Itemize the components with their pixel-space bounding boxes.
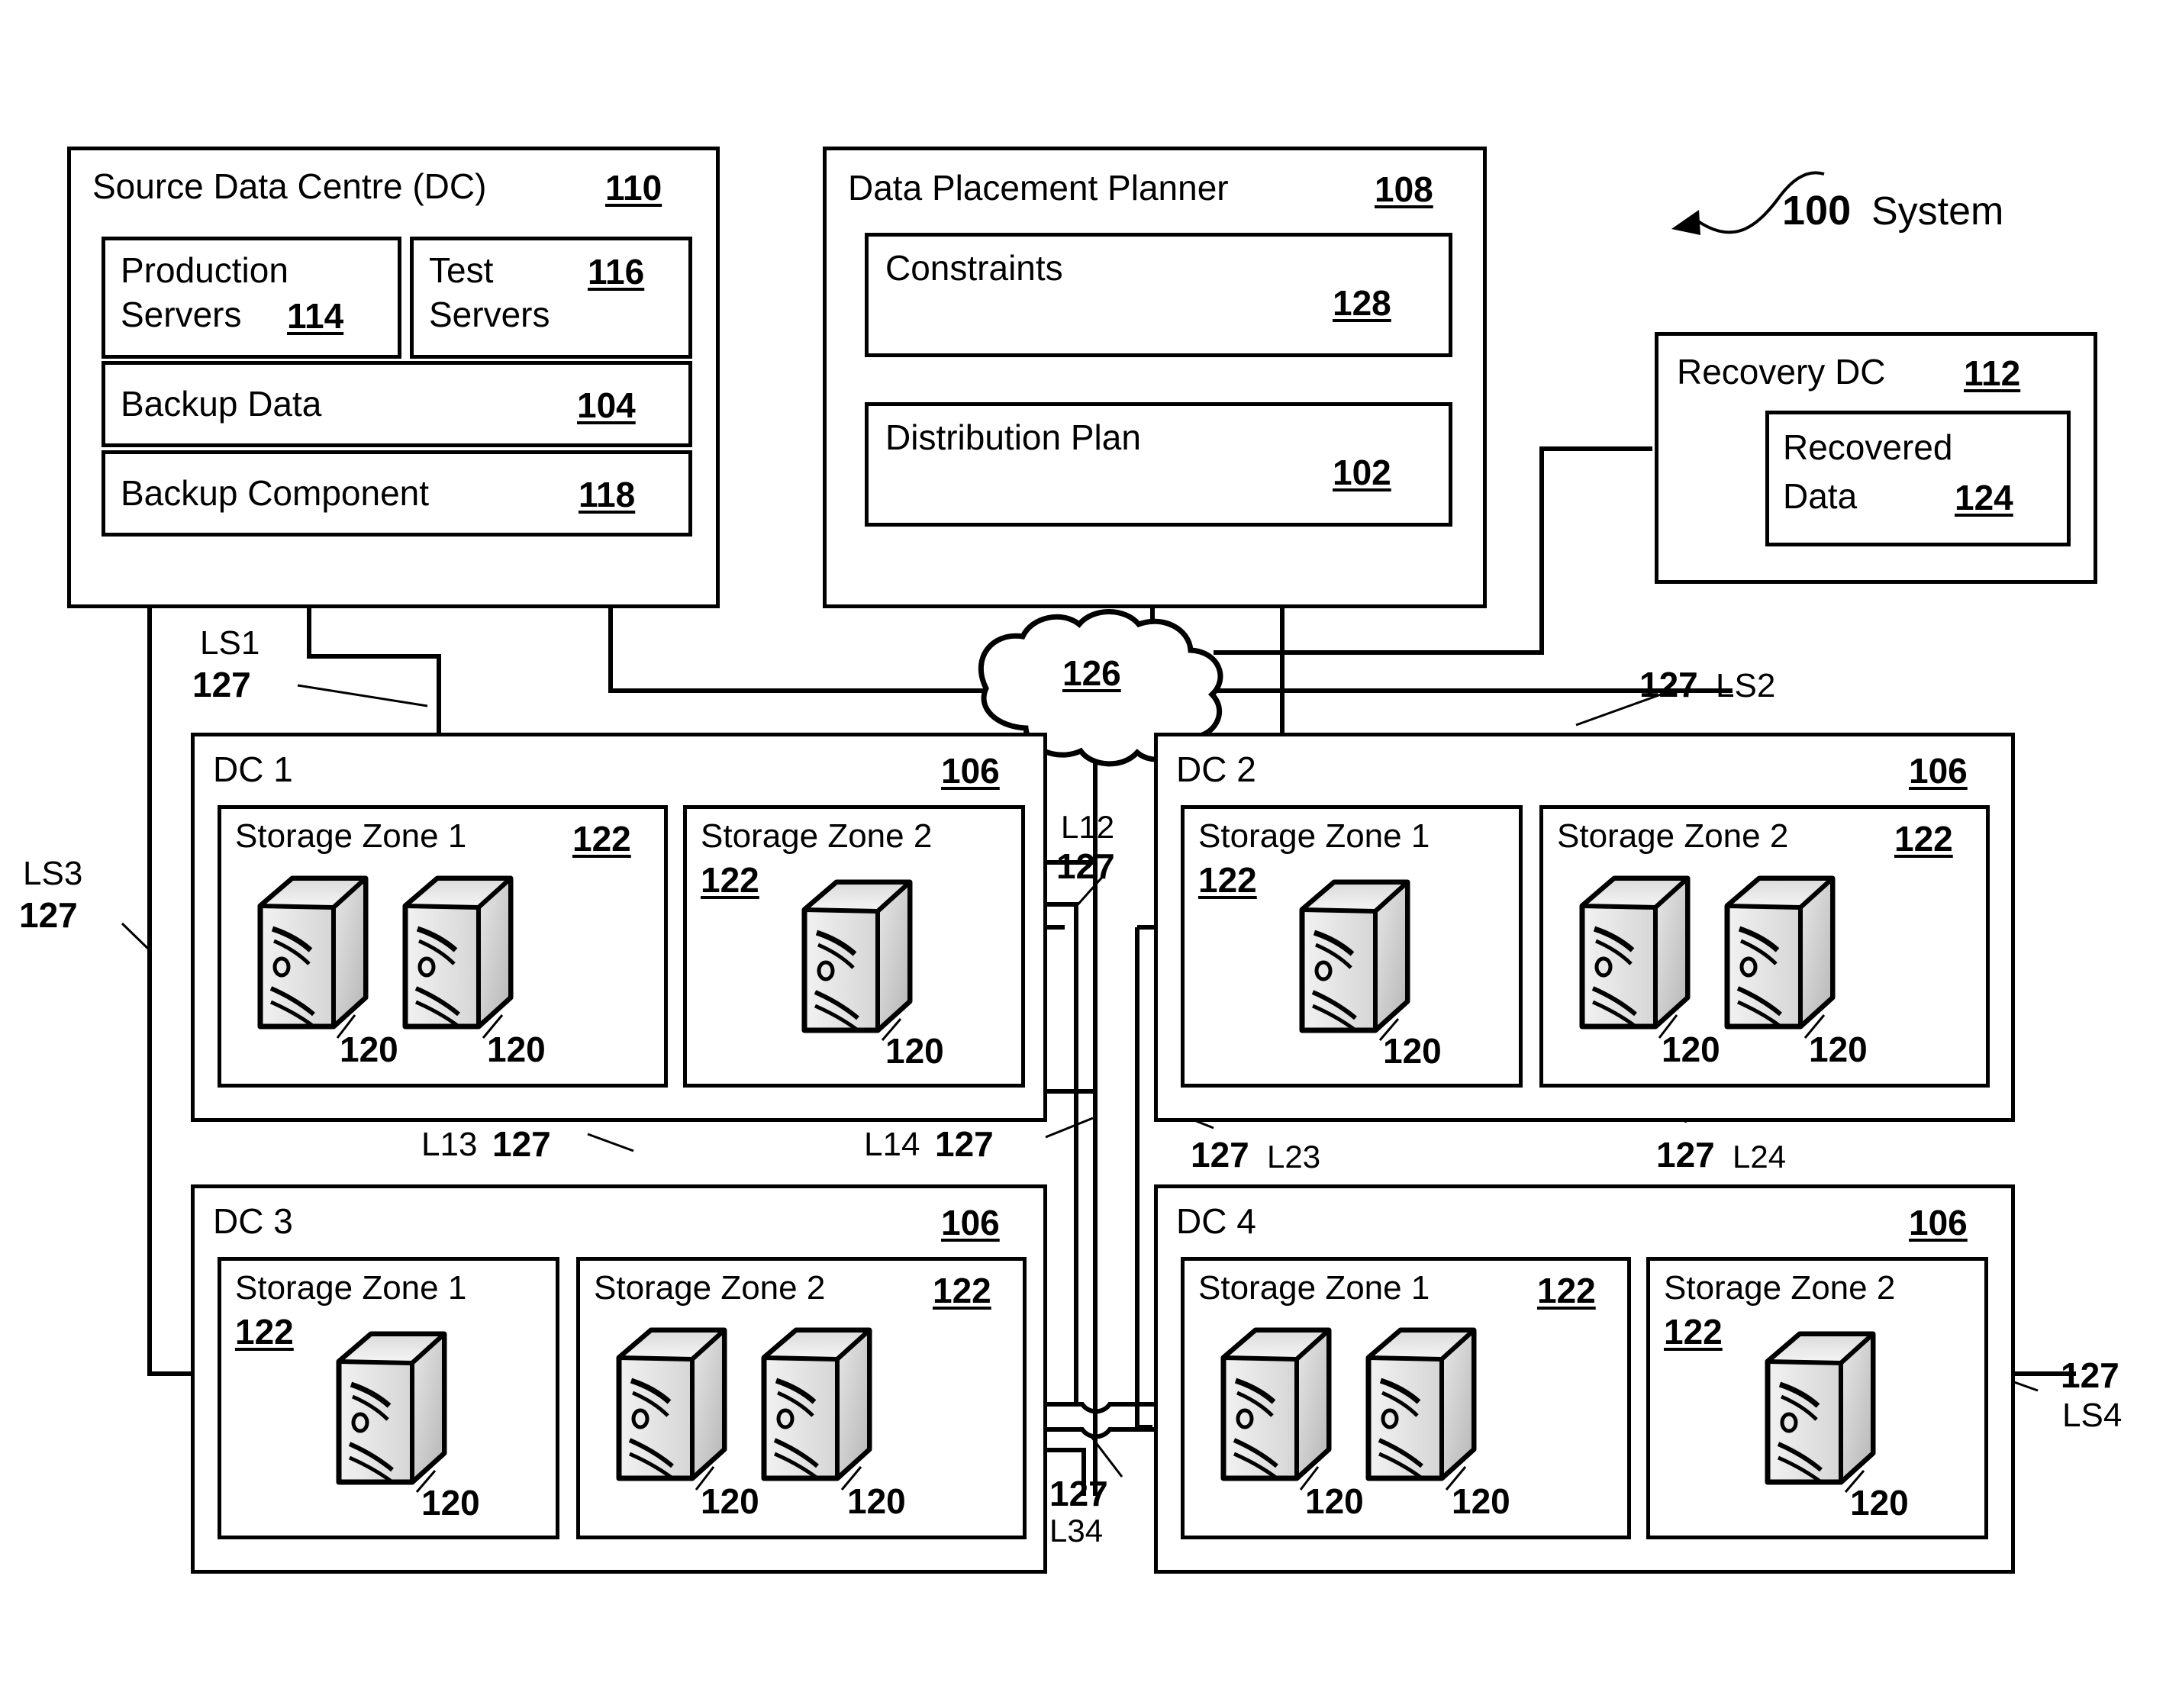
dc-box-4[interactable]: DC 4 106 Storage Zone 1 122 120 120 Stor… [1154,1184,2015,1574]
dc-2-title: DC 2 [1176,749,1256,789]
distribution-plan-label: Distribution Plan [885,417,1141,457]
dc-3-zone-2-server-2-ref: 120 [847,1481,906,1521]
dc-4-zone-2-server-1-ref: 120 [1850,1483,1909,1523]
dc-1-title: DC 1 [213,749,293,789]
distribution-plan-box[interactable]: Distribution Plan 102 [865,402,1452,527]
dc-box-1[interactable]: DC 1 106 Storage Zone 1 122 120 120 Stor… [191,733,1047,1122]
source-dc-ref: 110 [605,168,662,208]
link-ref-L12: 127 [1056,846,1115,886]
dc-3-zone-2[interactable]: Storage Zone 2 122 120 120 [576,1257,1027,1539]
dc-4-zone-2[interactable]: Storage Zone 2 122 120 [1646,1257,1988,1539]
dc-4-title: DC 4 [1176,1201,1256,1241]
dc-3-zone-1[interactable]: Storage Zone 1 122 120 [218,1257,559,1539]
planner-ref: 108 [1375,169,1433,209]
recovered-data-label-line2: Data [1783,476,1858,516]
diagram-canvas: Source Data Centre (DC) 110 Production S… [0,0,2179,1708]
dc-1-zone-1-server-2-ref: 120 [487,1030,546,1069]
dc-4-zone-1-server-2-ref: 120 [1452,1481,1510,1521]
recovery-dc-box[interactable]: Recovery DC 112 Recovered Data 124 [1655,332,2097,584]
link-name-L24: L24 [1733,1139,1787,1175]
link-ref-LS1: 127 [192,665,251,704]
network-ref: 126 [1062,653,1121,693]
link-name-L34: L34 [1049,1513,1104,1548]
link-name-LS1: LS1 [200,624,260,662]
test-servers-box[interactable]: Test Servers 116 [410,237,692,359]
dc-4-ref: 106 [1909,1203,1968,1242]
constraints-ref: 128 [1333,283,1391,323]
link-name-LS2: LS2 [1716,667,1776,704]
data-placement-planner-box[interactable]: Data Placement Planner 108 Constraints 1… [823,147,1487,608]
recovery-dc-ref: 112 [1964,353,2021,393]
production-servers-label-line1: Production [121,250,288,290]
dc-3-title: DC 3 [213,1201,293,1241]
dc-1-ref: 106 [941,751,1000,791]
link-ref-L14: 127 [935,1124,994,1164]
recovered-data-ref: 124 [1955,478,2013,517]
link-ref-LS3: 127 [19,895,78,935]
constraints-label: Constraints [885,248,1063,288]
link-ref-LS2: 127 [1639,665,1698,704]
backup-data-box[interactable]: Backup Data 104 [102,361,692,447]
dc-box-2[interactable]: DC 2 106 Storage Zone 1 122 120 Storage … [1154,733,2015,1122]
dc-box-3[interactable]: DC 3 106 Storage Zone 1 122 120 Storage … [191,1184,1047,1574]
dc-2-ref: 106 [1909,751,1968,791]
dc-3-zone-2-server-1-ref: 120 [701,1481,759,1521]
dc-1-zone-2[interactable]: Storage Zone 2 122 120 [683,805,1025,1088]
dc-1-zone-1-server-1-ref: 120 [340,1030,398,1069]
link-name-LS3: LS3 [23,855,83,892]
dc-4-zone-1[interactable]: Storage Zone 1 122 120 120 [1181,1257,1631,1539]
constraints-box[interactable]: Constraints 128 [865,233,1452,357]
dc-2-zone-2-server-1-ref: 120 [1662,1030,1720,1069]
dc-1-zone-2-server-1-ref: 120 [885,1031,944,1071]
system-ref: 100 [1782,188,1852,234]
recovered-data-label-line1: Recovered [1783,427,1953,467]
backup-data-label: Backup Data [121,384,322,424]
link-name-L23: L23 [1267,1139,1321,1175]
link-name-L12: L12 [1061,809,1115,845]
link-name-L13: L13 [421,1126,478,1163]
production-servers-label-line2: Servers [121,295,242,334]
link-ref-L13: 127 [492,1124,551,1164]
dc-4-zone-1-server-1-ref: 120 [1305,1481,1364,1521]
backup-component-box[interactable]: Backup Component 118 [102,450,692,537]
dc-3-ref: 106 [941,1203,1000,1242]
recovery-dc-title: Recovery DC [1677,352,1886,392]
dc-1-zone-1[interactable]: Storage Zone 1 122 120 120 [218,805,668,1088]
backup-data-ref: 104 [577,385,636,425]
link-name-LS4: LS4 [2062,1397,2123,1434]
link-ref-LS4: 127 [2061,1355,2119,1395]
dc-3-zone-1-server-1-ref: 120 [421,1483,480,1523]
test-servers-ref: 116 [588,252,645,292]
backup-component-ref: 118 [579,475,636,514]
recovered-data-box[interactable]: Recovered Data 124 [1765,411,2071,546]
production-servers-box[interactable]: Production Servers 114 [102,237,401,359]
link-ref-L24: 127 [1656,1135,1715,1175]
test-servers-label-line1: Test [429,250,494,290]
source-dc-title: Source Data Centre (DC) [92,166,487,206]
distribution-plan-ref: 102 [1333,453,1391,492]
dc-2-zone-1-server-1-ref: 120 [1383,1031,1442,1071]
system-label: System [1871,189,2004,234]
backup-component-label: Backup Component [121,473,430,513]
dc-2-zone-2[interactable]: Storage Zone 2 122 120 120 [1539,805,1990,1088]
test-servers-label-line2: Servers [429,295,550,334]
source-data-centre-box[interactable]: Source Data Centre (DC) 110 Production S… [67,147,720,608]
planner-title: Data Placement Planner [848,168,1229,208]
production-servers-ref: 114 [287,296,344,336]
dc-2-zone-1[interactable]: Storage Zone 1 122 120 [1181,805,1523,1088]
link-ref-L23: 127 [1191,1135,1249,1175]
link-ref-L34: 127 [1049,1474,1108,1513]
dc-2-zone-2-server-2-ref: 120 [1809,1030,1868,1069]
link-name-L14: L14 [864,1126,920,1163]
